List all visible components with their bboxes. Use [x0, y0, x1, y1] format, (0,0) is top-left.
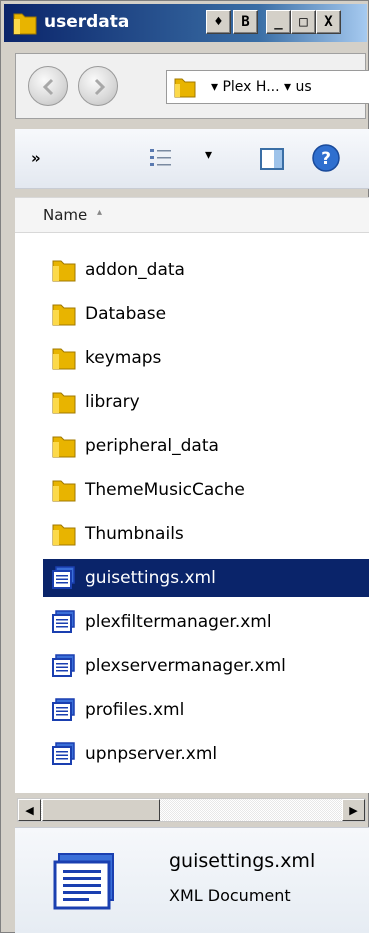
list-item-selected[interactable]: guisettings.xml [43, 559, 369, 597]
file-name: plexservermanager.xml [85, 656, 286, 676]
command-toolbar: » ▾ ? [15, 129, 369, 189]
list-item[interactable]: peripheral_data [43, 427, 369, 465]
toolbar-overflow-button[interactable]: » [31, 149, 41, 167]
xml-document-icon [51, 697, 77, 723]
file-name: keymaps [85, 348, 162, 368]
window-menu-button[interactable]: B [233, 10, 258, 34]
list-item[interactable]: profiles.xml [43, 691, 369, 729]
list-item[interactable]: Thumbnails [43, 515, 369, 553]
xml-document-large-icon [53, 853, 114, 910]
file-name: library [85, 392, 140, 412]
folder-icon [51, 521, 77, 547]
explorer-window: userdata ♦ B _ □ X ▾ Plex H... ▾ us » ▾ … [0, 0, 369, 933]
back-arrow-icon [42, 78, 54, 96]
list-item[interactable]: library [43, 383, 369, 421]
horizontal-scrollbar[interactable]: ◀ ▶ [17, 798, 366, 822]
details-file-name: guisettings.xml [169, 850, 316, 872]
list-item[interactable]: plexservermanager.xml [43, 647, 369, 685]
help-icon[interactable]: ? [311, 143, 341, 173]
xml-document-icon [51, 653, 77, 679]
preview-pane-icon[interactable] [259, 146, 285, 172]
file-name: profiles.xml [85, 700, 185, 720]
file-list: addon_data Database keymaps library peri… [15, 233, 369, 793]
scroll-right-button[interactable]: ▶ [342, 799, 365, 821]
svg-text:?: ? [321, 149, 331, 169]
folder-icon [51, 301, 77, 327]
xml-document-icon [51, 609, 77, 635]
maximize-button[interactable]: □ [291, 10, 316, 34]
list-item[interactable]: addon_data [43, 251, 369, 289]
file-name: addon_data [85, 260, 185, 280]
folder-icon [51, 345, 77, 371]
list-item[interactable]: plexfiltermanager.xml [43, 603, 369, 641]
list-item[interactable]: keymaps [43, 339, 369, 377]
scrollbar-thumb[interactable] [42, 799, 160, 821]
folder-icon [51, 477, 77, 503]
file-name: upnpserver.xml [85, 744, 218, 764]
sort-ascending-icon: ▴ [97, 207, 103, 218]
folder-icon [13, 13, 37, 35]
file-name: guisettings.xml [85, 568, 216, 588]
file-name: ThemeMusicCache [85, 480, 245, 500]
column-name-label: Name [43, 206, 88, 224]
address-path[interactable]: ▾ Plex H... ▾ us [211, 79, 312, 95]
back-button[interactable] [28, 66, 68, 106]
list-item[interactable]: Database [43, 295, 369, 333]
view-dropdown-button[interactable]: ▾ [205, 147, 212, 163]
list-item[interactable]: upnpserver.xml [43, 735, 369, 773]
file-name: peripheral_data [85, 436, 219, 456]
folder-icon [51, 257, 77, 283]
file-name: plexfiltermanager.xml [85, 612, 272, 632]
forward-button[interactable] [78, 66, 118, 106]
folder-icon [51, 389, 77, 415]
view-details-icon[interactable] [149, 146, 175, 170]
file-name: Database [85, 304, 167, 324]
xml-document-icon [51, 565, 77, 591]
folder-icon [174, 78, 196, 98]
details-file-type: XML Document [169, 886, 291, 905]
restore-button[interactable]: ♦ [206, 10, 231, 34]
window-title: userdata [44, 12, 130, 32]
list-item[interactable]: ThemeMusicCache [43, 471, 369, 509]
scroll-left-button[interactable]: ◀ [18, 799, 41, 821]
xml-document-icon [51, 741, 77, 767]
minimize-button[interactable]: _ [266, 10, 291, 34]
column-header-name[interactable]: Name ▴ [15, 197, 369, 233]
forward-arrow-icon [94, 78, 106, 96]
title-bar[interactable]: userdata ♦ B _ □ X [4, 4, 367, 42]
address-bar[interactable]: ▾ Plex H... ▾ us [166, 70, 369, 104]
file-name: Thumbnails [85, 524, 184, 544]
details-pane: guisettings.xml XML Document [15, 827, 369, 933]
close-button[interactable]: X [316, 10, 341, 34]
folder-icon [51, 433, 77, 459]
navigation-bar: ▾ Plex H... ▾ us [15, 53, 369, 119]
